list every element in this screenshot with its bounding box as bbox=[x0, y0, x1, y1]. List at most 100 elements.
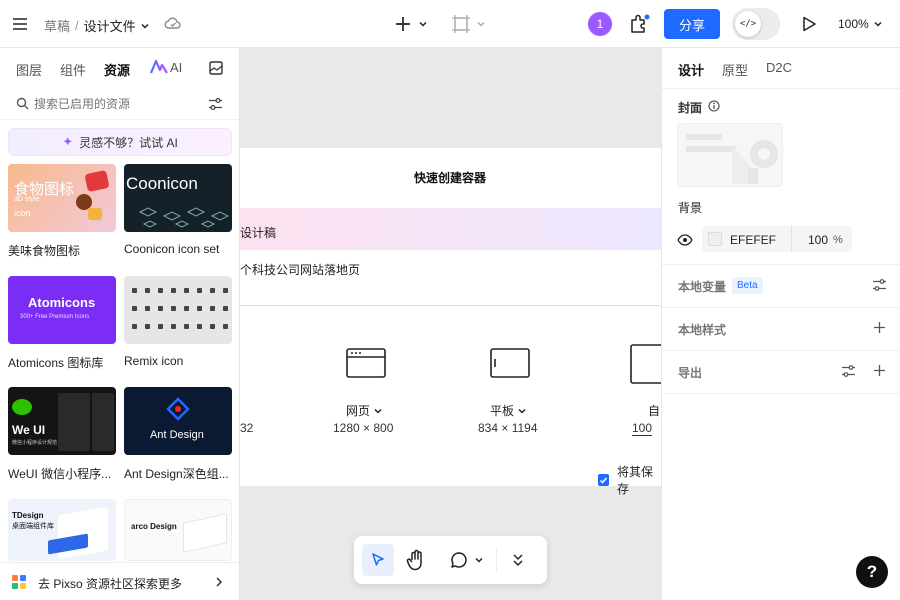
thumb-title: We UI bbox=[12, 423, 46, 437]
chevron-down-icon[interactable] bbox=[140, 21, 150, 31]
ai-logo-icon[interactable] bbox=[150, 60, 168, 74]
hand-icon bbox=[406, 549, 422, 571]
thumb-small: 3D style bbox=[14, 196, 40, 203]
avatar[interactable]: 1 bbox=[588, 12, 612, 36]
chevron-down-icon[interactable] bbox=[476, 19, 486, 29]
share-button[interactable]: 分享 bbox=[664, 9, 720, 39]
wechat-logo-icon bbox=[12, 399, 32, 415]
chevron-down-icon[interactable] bbox=[418, 19, 428, 29]
divider bbox=[662, 264, 900, 265]
ai-prompt-title: 设计稿 bbox=[240, 226, 277, 240]
dev-mode-knob: </> bbox=[735, 11, 761, 37]
community-link-text: 去 Pixso 资源社区探索更多 bbox=[38, 577, 183, 591]
eye-icon[interactable] bbox=[677, 234, 693, 246]
resource-card-remix-icon[interactable] bbox=[124, 276, 232, 344]
resource-label: Coonicon icon set bbox=[124, 242, 220, 256]
chevron-down-icon[interactable] bbox=[474, 555, 484, 565]
cover-thumbnail[interactable] bbox=[677, 123, 783, 187]
info-icon[interactable] bbox=[708, 100, 720, 112]
tab-components[interactable]: 组件 bbox=[60, 60, 86, 79]
top-bar: 草稿 / 设计文件 1 分享 </> 100% bbox=[0, 0, 900, 48]
community-link[interactable]: 去 Pixso 资源社区探索更多 bbox=[0, 562, 239, 600]
tab-design[interactable]: 设计 bbox=[678, 60, 704, 79]
ai-suggestion-banner[interactable]: ✦ 灵感不够？试试 AI bbox=[8, 128, 232, 156]
preset-tablet[interactable]: 平板 834 × 1194 bbox=[470, 344, 550, 435]
save-checkbox-label: 将其保存 bbox=[617, 465, 654, 496]
local-variables-label: 本地变量 bbox=[678, 280, 727, 294]
checkmark-icon bbox=[599, 477, 608, 484]
color-swatch[interactable] bbox=[708, 232, 722, 246]
dev-mode-toggle[interactable]: </> bbox=[732, 8, 780, 40]
cover-label: 封面 bbox=[678, 101, 703, 115]
move-tool-button[interactable] bbox=[362, 544, 394, 576]
save-checkbox[interactable] bbox=[598, 474, 609, 486]
plugin-icon[interactable] bbox=[629, 13, 651, 35]
file-name[interactable]: 设计文件 bbox=[84, 16, 136, 35]
local-styles-label: 本地样式 bbox=[678, 323, 727, 337]
panel-mock bbox=[183, 513, 227, 553]
preset-tablet-name-row: 平板 bbox=[490, 402, 527, 419]
variables-settings-icon[interactable] bbox=[872, 278, 887, 292]
tab-assets[interactable]: 资源 bbox=[104, 60, 130, 79]
ai-prompt-header bbox=[240, 208, 661, 250]
help-button[interactable]: ? bbox=[856, 556, 888, 588]
preset-custom[interactable]: 自 100 bbox=[620, 344, 661, 436]
preset-web[interactable]: 网页 1280 × 800 bbox=[326, 344, 406, 435]
library-icon[interactable] bbox=[208, 60, 224, 76]
resource-card-ant-design[interactable]: Ant Design bbox=[124, 387, 232, 455]
preset-web-name-row: 网页 bbox=[346, 402, 383, 419]
tab-layers[interactable]: 图层 bbox=[16, 60, 42, 79]
tablet-icon bbox=[490, 348, 530, 378]
add-export-icon[interactable] bbox=[873, 364, 886, 377]
opacity-unit: % bbox=[833, 234, 843, 246]
play-icon[interactable] bbox=[800, 15, 818, 33]
search-input[interactable] bbox=[34, 95, 194, 113]
comment-tool-button[interactable] bbox=[450, 551, 468, 572]
tab-prototype[interactable]: 原型 bbox=[722, 60, 748, 79]
resource-card-coonicon[interactable]: Coonicon bbox=[124, 164, 232, 232]
canvas[interactable]: 快速创建容器 设计稿 个科技公司网站落地页 32 网页 1280 × 800 平… bbox=[240, 48, 661, 600]
floating-toolbar bbox=[354, 536, 547, 584]
search-icon bbox=[16, 97, 29, 110]
tab-d2c[interactable]: D2C bbox=[766, 60, 792, 75]
beta-badge: Beta bbox=[732, 277, 763, 294]
resource-card-weui[interactable]: We UI 微信小程序设计规范 bbox=[8, 387, 116, 455]
resource-card-arco-design[interactable]: arco Design bbox=[124, 499, 232, 561]
filter-settings-icon[interactable] bbox=[208, 97, 223, 111]
sparkle-icon: ✦ bbox=[62, 134, 74, 149]
resource-card-tdesign[interactable]: TDesign 桌面端组件库 bbox=[8, 499, 116, 561]
ai-banner-text: 灵感不够？试试 AI bbox=[79, 135, 178, 150]
add-style-icon[interactable] bbox=[873, 321, 886, 334]
left-panel: 图层 组件 资源 AI ✦ 灵感不够？试试 AI 食物图标 3D style i… bbox=[0, 48, 240, 600]
resource-card-food-icons[interactable]: 食物图标 3D style icon bbox=[8, 164, 116, 232]
save-option[interactable]: 将其保存 bbox=[598, 463, 661, 497]
add-icon[interactable] bbox=[394, 15, 412, 33]
chevron-down-icon bbox=[873, 19, 883, 29]
field-divider bbox=[791, 226, 792, 252]
toolbar-divider bbox=[496, 548, 497, 572]
menu-icon[interactable] bbox=[12, 16, 28, 32]
food-illustration bbox=[88, 208, 102, 220]
preset-custom-size[interactable]: 100 bbox=[632, 421, 653, 436]
preset-web-size: 1280 × 800 bbox=[333, 421, 394, 435]
breadcrumb-root[interactable]: 草稿 bbox=[44, 16, 70, 35]
hand-tool-button[interactable] bbox=[406, 549, 426, 574]
export-settings-icon[interactable] bbox=[841, 364, 856, 378]
double-chevron-down-icon[interactable] bbox=[512, 553, 524, 567]
background-opacity[interactable]: 100 bbox=[808, 233, 828, 247]
resource-card-atomicons[interactable]: Atomicons 300+ Free Premium Icons bbox=[8, 276, 116, 344]
ai-prompt-box[interactable]: 设计稿 个科技公司网站落地页 bbox=[240, 208, 661, 306]
preset-custom-name: 自 bbox=[648, 404, 661, 418]
resource-label: WeUI 微信小程序... bbox=[8, 467, 112, 481]
cloud-sync-icon bbox=[164, 15, 182, 31]
background-hex[interactable]: EFEFEF bbox=[730, 233, 776, 247]
right-panel: 设计 原型 D2C 封面 背景 EFEFEF 100 % 本地变量 Beta 本… bbox=[661, 48, 900, 600]
tab-ai[interactable]: AI bbox=[170, 60, 182, 75]
background-fill-field[interactable]: EFEFEF 100 % bbox=[702, 226, 852, 252]
divider bbox=[662, 307, 900, 308]
zoom-select[interactable]: 100% bbox=[838, 17, 883, 31]
frame-tool-icon[interactable] bbox=[451, 14, 471, 34]
icon-grid-illustration bbox=[138, 207, 230, 228]
chevron-down-icon bbox=[374, 408, 382, 414]
asset-search bbox=[0, 88, 239, 120]
